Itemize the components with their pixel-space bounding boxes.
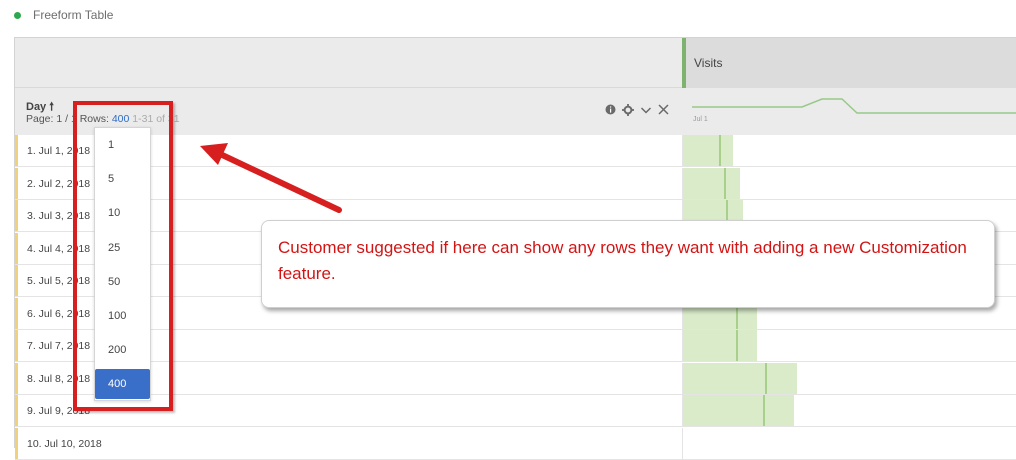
row-accent [15,135,18,166]
visits-bar [683,395,794,426]
metric-label: Visits [694,56,723,70]
sparkline-start-label: Jul 1 [693,116,708,123]
row-accent [15,330,18,361]
visits-bar [683,135,733,166]
row-accent [15,362,18,394]
visits-bar-marker [736,330,738,361]
row-accent [15,297,18,329]
table-row[interactable]: 10. Jul 10, 2018 [15,427,1016,460]
arrow-up-icon[interactable]: 🠕 [49,101,54,113]
visits-bar-marker [719,135,721,166]
info-icon[interactable] [605,104,616,119]
visits-bar [683,167,740,199]
visits-bar [683,362,797,394]
visits-bar [683,330,757,361]
row-accent [15,395,18,426]
row-accent [15,265,18,296]
annotation-text: Customer suggested if here can show any … [278,238,967,283]
dimension-tools [605,104,669,119]
row-accent [15,167,18,199]
page-text: Page: 1 / 1 [26,113,77,125]
dimension-title-text: Day [26,101,47,113]
annotation-callout: Customer suggested if here can show any … [261,220,995,308]
chevron-down-icon[interactable] [640,104,652,119]
close-icon[interactable] [658,104,669,119]
table-header-row: Visits [15,38,1016,88]
row-accent [15,427,18,459]
highlight-box [73,101,173,411]
panel-title[interactable]: Freeform Table [14,6,113,24]
panel-title-text: Freeform Table [33,8,114,22]
column-drag-handle[interactable] [682,38,686,88]
gear-icon[interactable] [622,104,634,119]
cell-divider [682,427,683,459]
visits-sparkline [692,98,1016,114]
row-accent [15,200,18,231]
row-accent [15,232,18,264]
metric-column-header[interactable]: Visits [682,38,1016,88]
status-dot [14,11,21,19]
visits-bar-marker [724,167,726,199]
visits-bar-marker [763,395,765,426]
visits-bar-marker [765,362,767,394]
